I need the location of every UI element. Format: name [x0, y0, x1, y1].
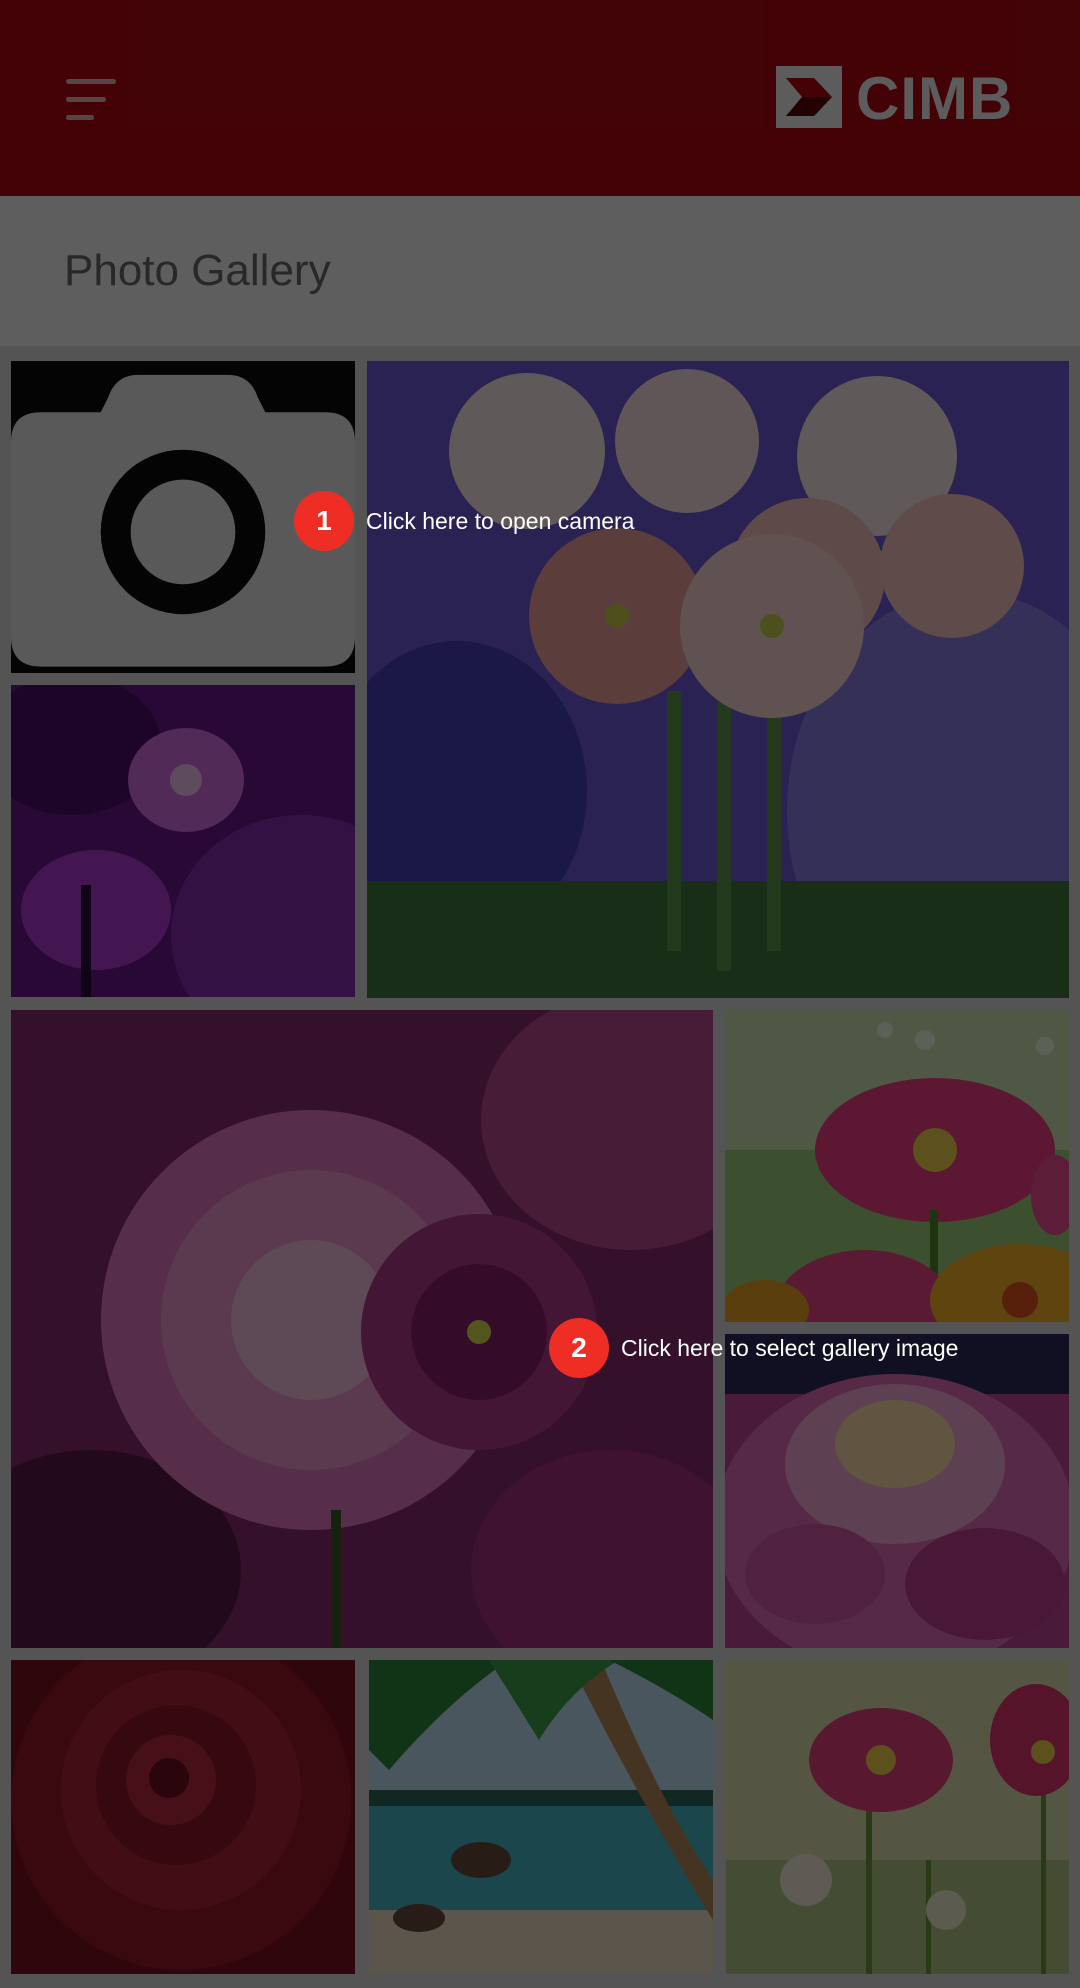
gallery-image-pink-cosmos[interactable] [726, 1660, 1069, 1974]
menu-button[interactable] [60, 75, 122, 125]
coach-mark-text: Click here to select gallery image [621, 1334, 959, 1361]
cimb-logo: CIMB [776, 66, 1016, 132]
page-title-bar: Photo Gallery [0, 196, 1080, 346]
page-title: Photo Gallery [64, 246, 331, 295]
step-number-badge: 2 [549, 1318, 609, 1378]
logo-text: CIMB [856, 65, 1014, 132]
gallery-image-pink-gerbera[interactable] [725, 1010, 1069, 1322]
coach-mark-text: Click here to open camera [366, 507, 635, 534]
gallery-image-tropical-beach[interactable] [369, 1660, 713, 1974]
coach-mark-camera: 1 Click here to open camera [294, 491, 634, 551]
step-number-badge: 1 [294, 491, 354, 551]
cimb-logo-mark-icon [776, 66, 842, 128]
photo-gallery-grid [0, 346, 1080, 1988]
coach-mark-gallery: 2 Click here to select gallery image [549, 1318, 958, 1378]
menu-line-icon [66, 115, 94, 120]
app-header: CIMB [0, 0, 1080, 196]
menu-line-icon [66, 79, 116, 84]
gallery-image-pink-dahlia-closeup[interactable] [725, 1334, 1069, 1648]
gallery-image-pink-primrose[interactable] [367, 361, 1069, 998]
gallery-image-red-rose[interactable] [11, 1660, 355, 1974]
menu-line-icon [66, 97, 106, 102]
gallery-image-purple-flower[interactable] [11, 685, 355, 997]
